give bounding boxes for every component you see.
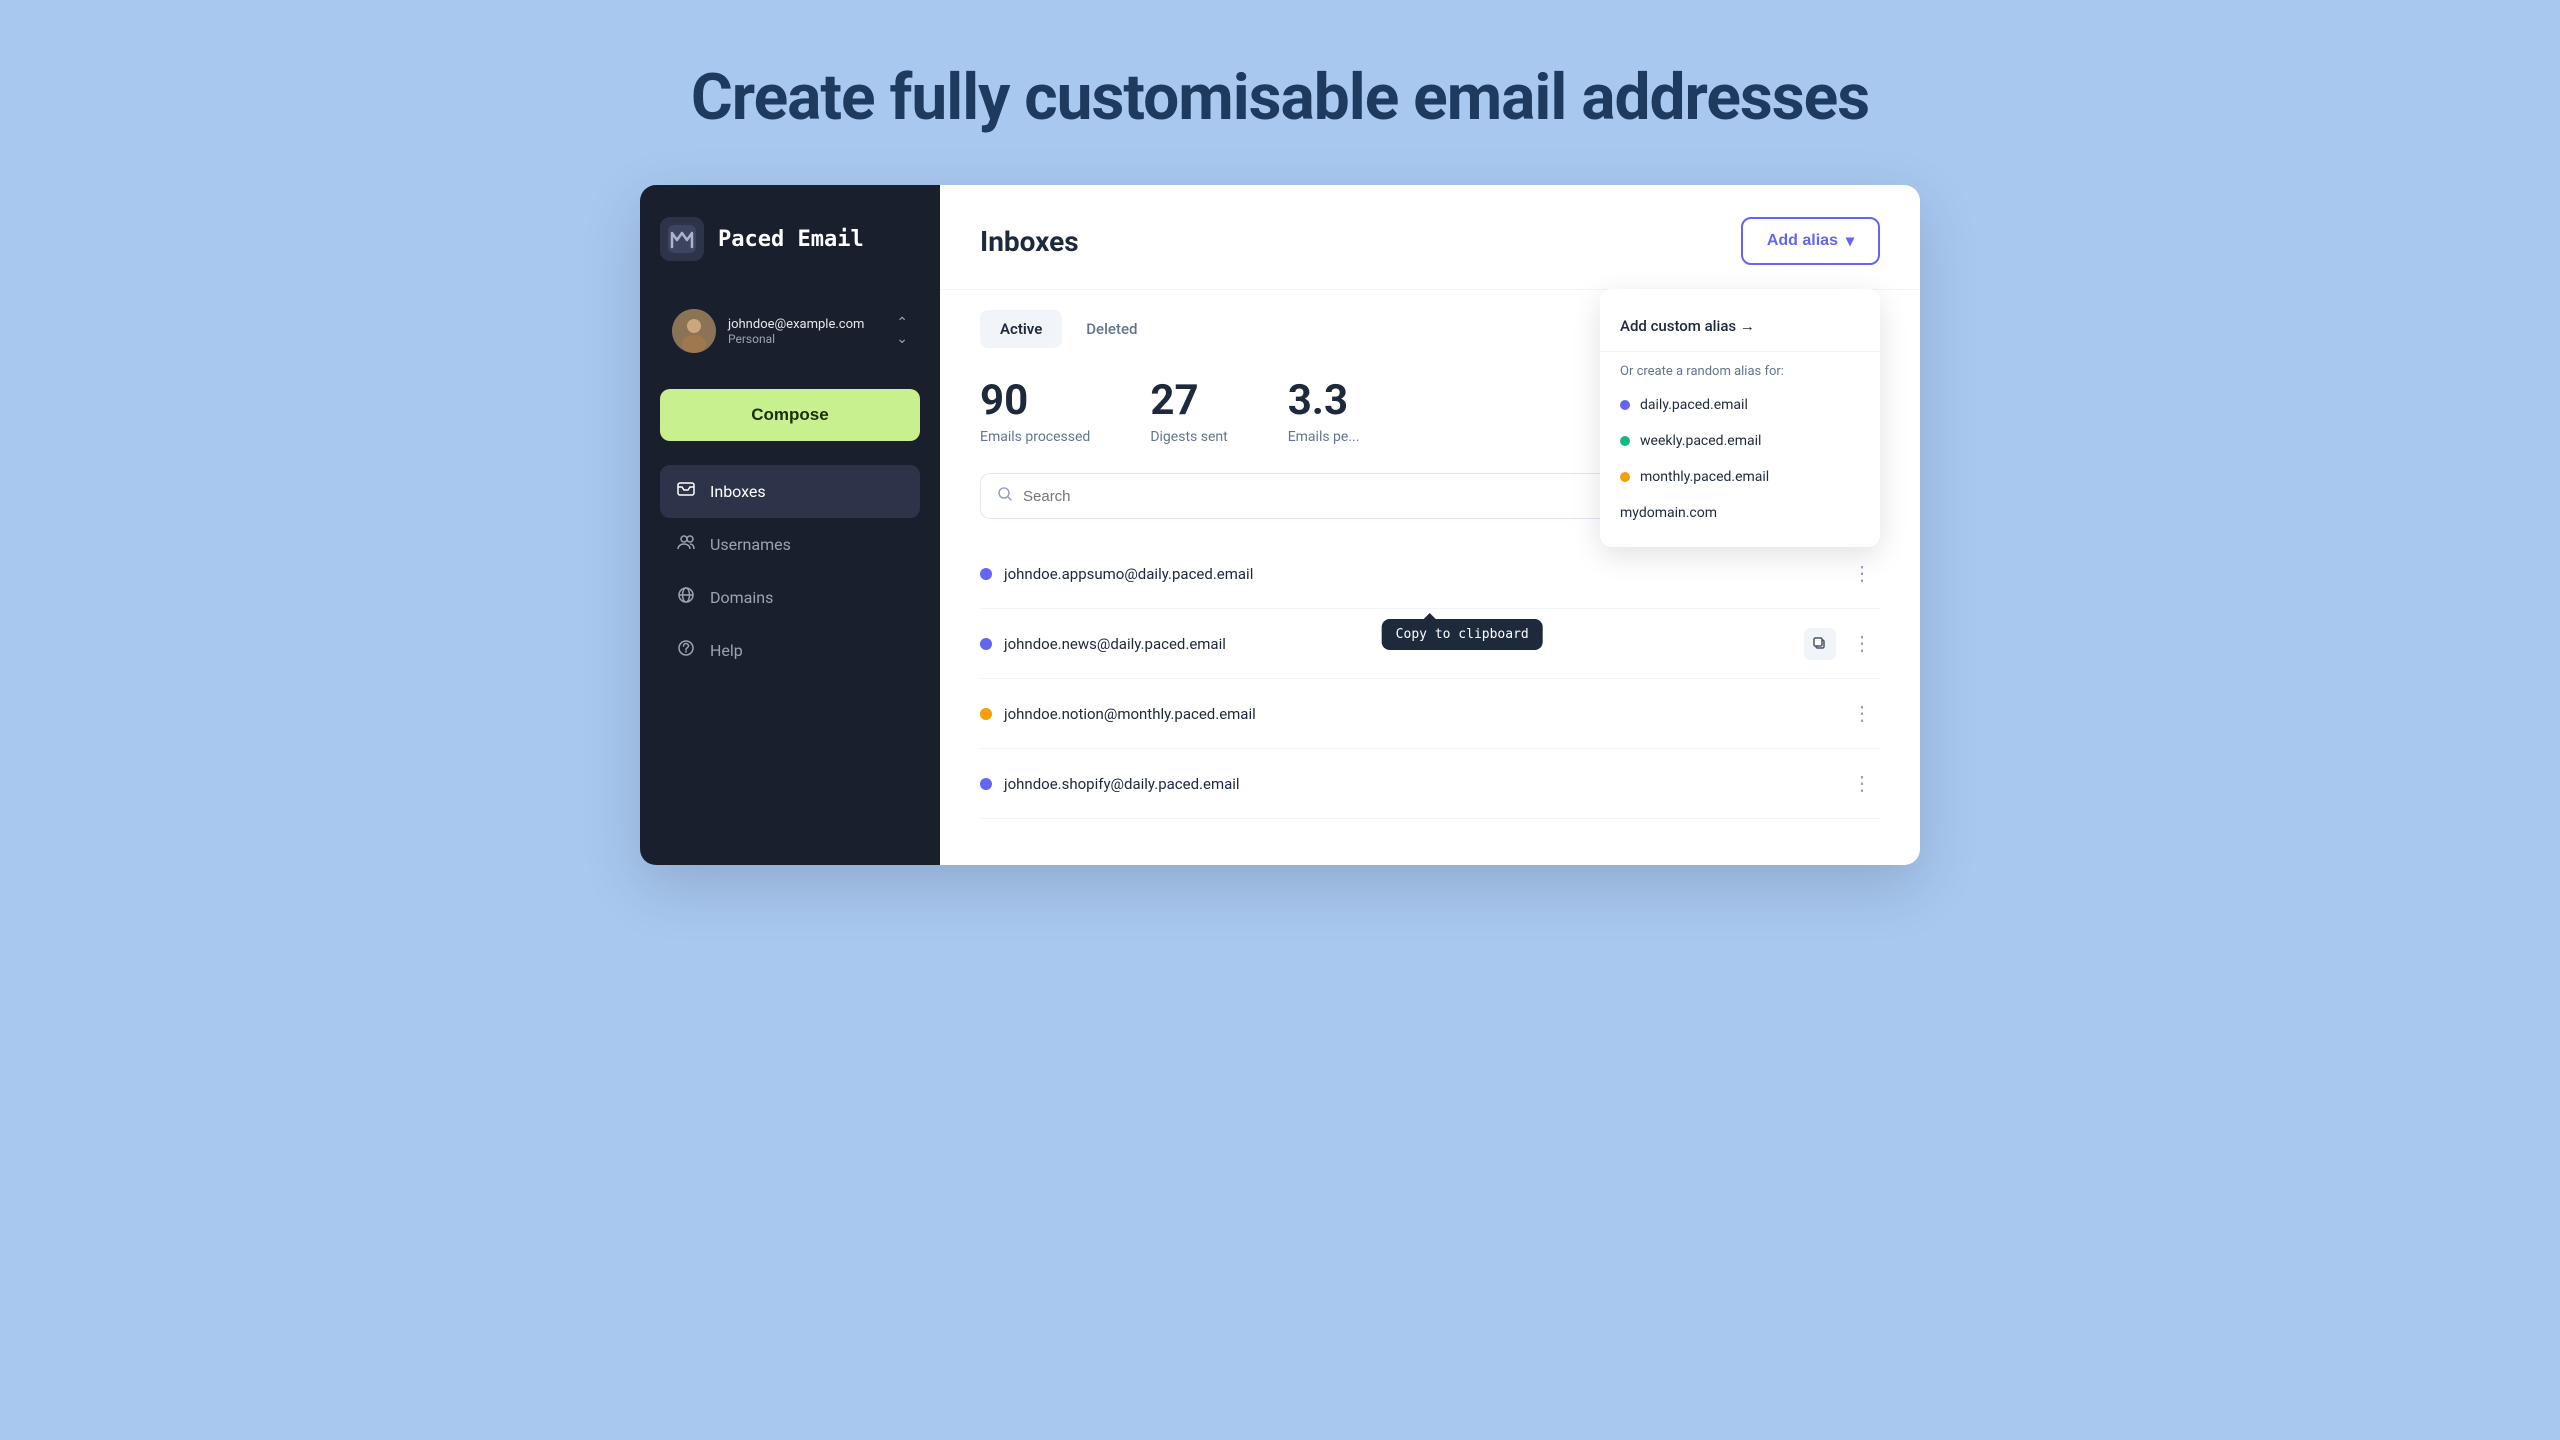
inbox-item-4: johndoe.shopify@daily.paced.email ⋮ (980, 749, 1880, 819)
inbox-actions-2: ⋮ (1804, 627, 1880, 660)
logo-text: Paced Email (718, 227, 864, 252)
sidebar-nav: Inboxes Usernames (660, 465, 920, 677)
sidebar-item-usernames[interactable]: Usernames (660, 518, 920, 571)
page-header: Create fully customisable email addresse… (0, 0, 2560, 185)
status-dot-4 (980, 778, 992, 790)
inbox-icon (676, 479, 696, 504)
dropdown-option-domain-label: mydomain.com (1620, 505, 1717, 521)
compose-button[interactable]: Compose (660, 389, 920, 441)
page-headline: Create fully customisable email addresse… (0, 60, 2560, 135)
tab-deleted[interactable]: Deleted (1066, 310, 1157, 348)
sidebar-item-domains-label: Domains (710, 588, 773, 607)
sidebar-item-domains[interactable]: Domains (660, 571, 920, 624)
tab-active[interactable]: Active (980, 310, 1062, 348)
sidebar: Paced Email johndoe@example.com Personal… (640, 185, 940, 865)
add-alias-container: Add alias ▾ Add custom alias → Or create… (1741, 217, 1880, 265)
inbox-list: johndoe.appsumo@daily.paced.email ⋮ Copy… (940, 539, 1920, 865)
dot-blue-icon (1620, 400, 1630, 410)
copy-button-2[interactable] (1804, 628, 1836, 660)
inbox-actions-1: ⋮ (1844, 557, 1880, 590)
add-alias-label: Add alias (1767, 232, 1838, 250)
dot-yellow-icon (1620, 472, 1630, 482)
more-options-button-2[interactable]: ⋮ (1844, 627, 1880, 660)
user-plan: Personal (728, 332, 884, 346)
sidebar-item-help[interactable]: Help (660, 624, 920, 677)
stat-digests-sent: 27 Digests sent (1150, 376, 1227, 445)
stat-digests-label: Digests sent (1150, 429, 1227, 445)
user-chevron-icon: ⌃⌄ (896, 315, 908, 347)
inbox-actions-4: ⋮ (1844, 767, 1880, 800)
inbox-email-2: johndoe.news@daily.paced.email (1004, 635, 1226, 653)
status-dot-2 (980, 638, 992, 650)
sidebar-item-inboxes[interactable]: Inboxes (660, 465, 920, 518)
user-email: johndoe@example.com (728, 317, 884, 332)
more-options-button-1[interactable]: ⋮ (1844, 557, 1880, 590)
inbox-email-4: johndoe.shopify@daily.paced.email (1004, 775, 1240, 793)
dropdown-option-daily-label: daily.paced.email (1640, 397, 1748, 413)
dropdown-option-weekly[interactable]: weekly.paced.email (1600, 423, 1880, 459)
main-content: Inboxes Add alias ▾ Add custom alias → O… (940, 185, 1920, 865)
inbox-email-1: johndoe.appsumo@daily.paced.email (1004, 565, 1253, 583)
more-options-button-3[interactable]: ⋮ (1844, 697, 1880, 730)
dropdown-option-monthly[interactable]: monthly.paced.email (1600, 459, 1880, 495)
main-header: Inboxes Add alias ▾ Add custom alias → O… (940, 185, 1920, 290)
alias-dropdown: Add custom alias → Or create a random al… (1600, 289, 1880, 547)
dropdown-option-weekly-label: weekly.paced.email (1640, 433, 1761, 449)
sidebar-logo: Paced Email (660, 217, 920, 261)
stat-emails-per-label: Emails pe... (1288, 429, 1360, 445)
usernames-icon (676, 532, 696, 557)
sidebar-item-inboxes-label: Inboxes (710, 482, 766, 501)
app-window: Paced Email johndoe@example.com Personal… (640, 185, 1920, 865)
custom-alias-link-text: Add custom alias → (1620, 317, 1755, 335)
more-options-button-4[interactable]: ⋮ (1844, 767, 1880, 800)
inbox-actions-3: ⋮ (1844, 697, 1880, 730)
stat-emails-processed: 90 Emails processed (980, 376, 1090, 445)
user-section[interactable]: johndoe@example.com Personal ⌃⌄ (660, 297, 920, 365)
sidebar-item-help-label: Help (710, 641, 743, 660)
stat-emails-number: 90 (980, 376, 1090, 425)
help-icon (676, 638, 696, 663)
custom-alias-link[interactable]: Add custom alias → (1620, 317, 1860, 335)
avatar (672, 309, 716, 353)
stat-emails-per-number: 3.3 (1288, 376, 1360, 425)
dropdown-option-monthly-label: monthly.paced.email (1640, 469, 1769, 485)
dot-green-icon (1620, 436, 1630, 446)
inbox-item-1: johndoe.appsumo@daily.paced.email ⋮ Copy… (980, 539, 1880, 609)
status-dot-3 (980, 708, 992, 720)
search-icon (997, 486, 1013, 506)
dropdown-option-daily[interactable]: daily.paced.email (1600, 387, 1880, 423)
copy-tooltip: Copy to clipboard (1382, 619, 1543, 650)
dropdown-section-label: Or create a random alias for: (1600, 352, 1880, 387)
domains-icon (676, 585, 696, 610)
sidebar-item-usernames-label: Usernames (710, 535, 791, 554)
status-dot-1 (980, 568, 992, 580)
stat-emails-per: 3.3 Emails pe... (1288, 376, 1360, 445)
page-title: Inboxes (980, 225, 1079, 258)
inbox-item-3: johndoe.notion@monthly.paced.email ⋮ (980, 679, 1880, 749)
stat-digests-number: 27 (1150, 376, 1227, 425)
add-alias-button[interactable]: Add alias ▾ (1741, 217, 1880, 265)
stat-emails-label: Emails processed (980, 429, 1090, 445)
add-alias-chevron-icon: ▾ (1846, 231, 1854, 251)
dropdown-option-domain[interactable]: mydomain.com (1600, 495, 1880, 531)
logo-icon (660, 217, 704, 261)
inbox-email-3: johndoe.notion@monthly.paced.email (1004, 705, 1256, 723)
user-info: johndoe@example.com Personal (728, 317, 884, 346)
dropdown-custom-alias-section: Add custom alias → (1600, 305, 1880, 352)
